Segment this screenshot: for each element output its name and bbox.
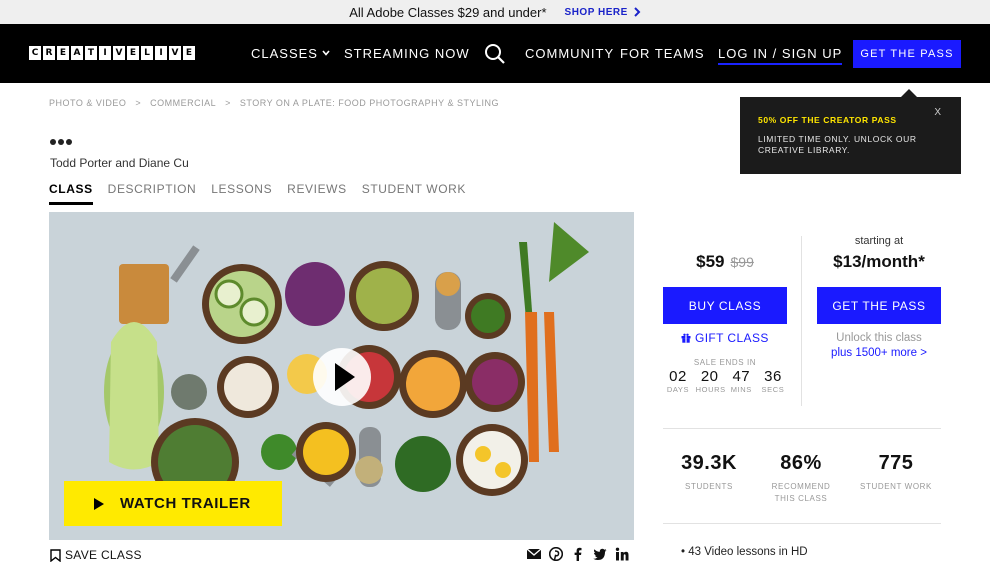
promo-text: All Adobe Classes $29 and under* bbox=[349, 4, 547, 20]
class-tabs: CLASS DESCRIPTION LESSONS REVIEWS STUDENT WO… bbox=[49, 182, 466, 205]
popup-title: 50% OFF THE CREATOR PASS bbox=[758, 115, 897, 125]
more-classes-link[interactable]: plus 1500+ more > bbox=[817, 347, 941, 359]
main-nav: CREATIVELIVE CLASSES STREAMING NOW COMMU… bbox=[0, 24, 990, 83]
play-icon bbox=[94, 497, 104, 510]
countdown-value: 36 bbox=[764, 368, 782, 385]
pinterest-icon[interactable] bbox=[548, 546, 564, 562]
countdown-unit-label: DAYS bbox=[666, 385, 690, 394]
stat-recommend-this-class: 86% RECOMMEND THIS CLASS bbox=[755, 452, 847, 505]
breadcrumb-item[interactable]: COMMERCIAL bbox=[150, 98, 216, 108]
feature-list-item: • 43 Video lessons in HD bbox=[681, 546, 808, 558]
share-icons bbox=[526, 546, 629, 562]
buy-class-button[interactable]: BUY CLASS bbox=[663, 287, 787, 324]
gift-class-link[interactable]: GIFT CLASS bbox=[663, 331, 787, 345]
countdown-unit-label: MINS bbox=[730, 385, 752, 394]
stat-value: 86% bbox=[780, 452, 822, 474]
search-icon[interactable] bbox=[484, 43, 506, 65]
countdown-secs: 36 SECS bbox=[759, 368, 787, 394]
nav-streaming-now[interactable]: STREAMING NOW bbox=[344, 47, 470, 61]
breadcrumb: PHOTO & VIDEO > COMMERCIAL > STORY ON A PLAT… bbox=[49, 98, 499, 108]
popup-close-button[interactable]: X bbox=[934, 107, 941, 118]
monthly-price: $13/month* bbox=[833, 252, 925, 271]
tab-student-work[interactable]: STUDENT WORK bbox=[362, 182, 466, 205]
stat-label: STUDENTS bbox=[685, 482, 733, 491]
tab-class[interactable]: CLASS bbox=[49, 182, 93, 205]
nav-login-signup[interactable]: LOG IN / SIGN UP bbox=[718, 47, 843, 65]
gift-class-label: GIFT CLASS bbox=[694, 331, 769, 345]
logo-letter: L bbox=[141, 46, 153, 60]
unlock-text: Unlock this class bbox=[836, 332, 922, 344]
logo-letter: I bbox=[155, 46, 167, 60]
shop-here-label: SHOP HERE bbox=[564, 6, 628, 18]
logo-letter: E bbox=[57, 46, 69, 60]
shop-here-link[interactable]: SHOP HERE bbox=[565, 7, 641, 18]
tab-lessons[interactable]: LESSONS bbox=[211, 182, 272, 205]
tab-description[interactable]: DESCRIPTION bbox=[108, 182, 197, 205]
nav-community[interactable]: COMMUNITY bbox=[525, 47, 614, 61]
tab-reviews[interactable]: REVIEWS bbox=[287, 182, 347, 205]
stats-divider-bottom bbox=[663, 523, 941, 524]
stat-label: RECOMMEND THIS CLASS bbox=[771, 482, 831, 503]
logo-letter: V bbox=[113, 46, 125, 60]
chevron-down-icon bbox=[322, 50, 330, 56]
get-the-pass-button[interactable]: GET THE PASS bbox=[817, 287, 941, 324]
logo-letter: T bbox=[85, 46, 97, 60]
logo-letter: E bbox=[183, 46, 195, 60]
gift-icon bbox=[681, 333, 691, 343]
play-video-button[interactable] bbox=[313, 348, 371, 406]
feature-text: 43 Video lessons in HD bbox=[688, 546, 808, 558]
stats-divider-top bbox=[663, 428, 941, 429]
sale-countdown: 02 DAYS 20 HOURS 47 MINS 36 SECS bbox=[663, 368, 787, 394]
chevron-right-icon bbox=[634, 7, 641, 17]
logo-letter: I bbox=[99, 46, 111, 60]
more-options-icon[interactable] bbox=[50, 139, 72, 145]
countdown-days: 02 DAYS bbox=[664, 368, 692, 394]
nav-classes[interactable]: CLASSES bbox=[251, 47, 330, 61]
bookmark-icon bbox=[50, 548, 61, 562]
facebook-icon[interactable] bbox=[571, 547, 585, 561]
original-price: $99 bbox=[730, 254, 754, 270]
watch-trailer-label: WATCH TRAILER bbox=[120, 495, 251, 512]
stat-value: 39.3K bbox=[681, 452, 737, 474]
nav-classes-label: CLASSES bbox=[251, 46, 318, 61]
creativelive-logo[interactable]: CREATIVELIVE bbox=[29, 46, 195, 60]
stat-label: STUDENT WORK bbox=[860, 482, 932, 491]
save-class-label: SAVE CLASS bbox=[65, 548, 142, 562]
popup-text: LIMITED TIME ONLY. UNLOCK OUR CREATIVE L… bbox=[758, 134, 917, 155]
breadcrumb-item[interactable]: PHOTO & VIDEO bbox=[49, 98, 126, 108]
logo-letter: R bbox=[43, 46, 55, 60]
countdown-mins: 47 MINS bbox=[727, 368, 755, 394]
creator-pass-popup: 50% OFF THE CREATOR PASS LIMITED TIME ON… bbox=[740, 89, 961, 174]
instructor-names[interactable]: Todd Porter and Diane Cu bbox=[50, 156, 189, 170]
sale-ends-label: SALE ENDS IN bbox=[693, 358, 757, 367]
stat-students: 39.3K STUDENTS bbox=[663, 452, 755, 493]
twitter-icon[interactable] bbox=[593, 547, 607, 561]
breadcrumb-separator: > bbox=[135, 98, 142, 108]
nav-get-the-pass-button[interactable]: GET THE PASS bbox=[853, 40, 961, 68]
logo-letter: E bbox=[127, 46, 139, 60]
breadcrumb-item[interactable]: STORY ON A PLATE: FOOD PHOTOGRAPHY & STY… bbox=[240, 98, 499, 108]
class-price: $59 $99 bbox=[663, 252, 787, 272]
pricing-divider bbox=[801, 236, 802, 406]
countdown-unit-label: HOURS bbox=[695, 385, 726, 394]
email-icon[interactable] bbox=[526, 547, 542, 561]
logo-letter: V bbox=[169, 46, 181, 60]
starting-at-label: starting at bbox=[854, 235, 904, 247]
breadcrumb-separator: > bbox=[225, 98, 231, 108]
countdown-value: 02 bbox=[669, 368, 687, 385]
countdown-value: 20 bbox=[700, 368, 719, 385]
logo-letter: C bbox=[29, 46, 41, 60]
current-price: $59 bbox=[696, 252, 725, 271]
countdown-value: 47 bbox=[732, 368, 751, 385]
logo-letter: A bbox=[71, 46, 83, 60]
countdown-unit-label: SECS bbox=[761, 385, 785, 394]
watch-trailer-button[interactable]: WATCH TRAILER bbox=[64, 481, 282, 526]
nav-for-teams[interactable]: FOR TEAMS bbox=[620, 47, 705, 61]
linkedin-icon[interactable] bbox=[615, 547, 629, 561]
countdown-hours: 20 HOURS bbox=[695, 368, 726, 394]
promo-bar: All Adobe Classes $29 and under* SHOP HE… bbox=[0, 0, 990, 24]
stat-value: 775 bbox=[878, 452, 914, 474]
stat-student-work: 775 STUDENT WORK bbox=[850, 452, 942, 493]
save-class-button[interactable]: SAVE CLASS bbox=[50, 548, 142, 562]
